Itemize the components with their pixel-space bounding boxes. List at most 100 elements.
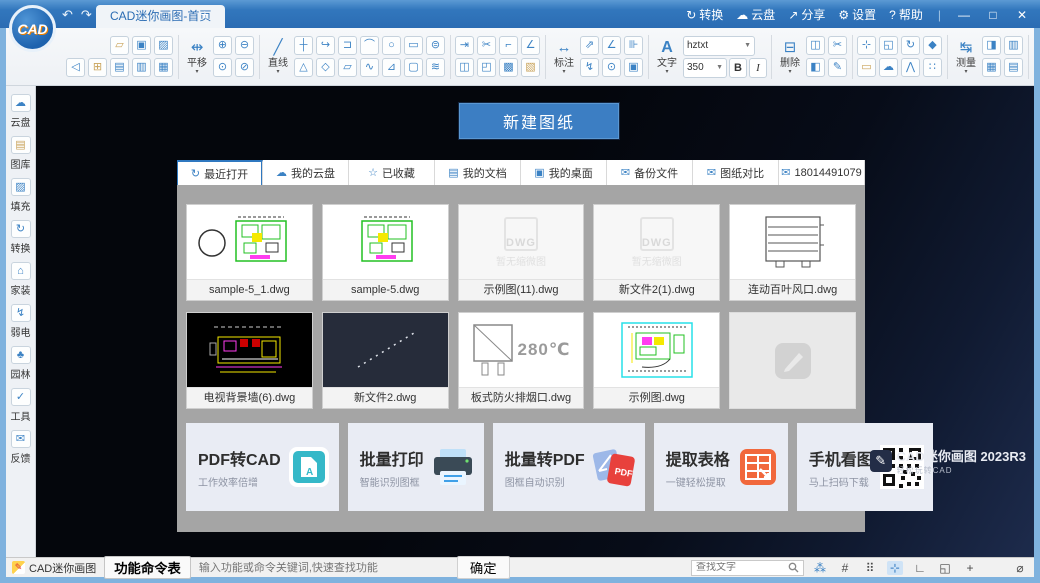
font-size-select[interactable]: 350 ▼	[683, 58, 727, 78]
file-card[interactable]: sample-5_1.dwg	[186, 204, 313, 301]
export-pdf-icon[interactable]: ▥	[132, 58, 151, 77]
line-tool[interactable]: ╱ 直线 ▾	[264, 38, 292, 75]
cut-icon[interactable]: ✂	[828, 36, 847, 55]
sidebar-item-tools[interactable]: ✓ 工具	[11, 388, 31, 423]
snap-mode-icon[interactable]: ⊹	[887, 561, 903, 575]
scale-icon[interactable]: ◱	[879, 36, 898, 55]
triangle-icon[interactable]: △	[294, 58, 313, 77]
leader-icon[interactable]: ↯	[580, 58, 599, 77]
chamfer-icon[interactable]: ⌐	[499, 36, 518, 55]
open-file-icon[interactable]: ▱	[110, 36, 129, 55]
export-image-icon[interactable]: ▦	[154, 58, 173, 77]
aligned-dim-icon[interactable]: ⇗	[580, 36, 599, 55]
format-brush-icon[interactable]: ✎	[828, 58, 847, 77]
back-to-model-icon[interactable]: ◁	[66, 58, 85, 77]
find-text-input[interactable]	[696, 562, 788, 573]
parallelogram-icon[interactable]: ▱	[338, 58, 357, 77]
feature-batch-print[interactable]: 批量打印 智能识别图框	[348, 423, 484, 511]
print-icon[interactable]: ▤	[110, 58, 129, 77]
export-excel-icon[interactable]: ▥	[1004, 36, 1023, 55]
sidebar-item-electrical[interactable]: ↯ 弱电	[11, 304, 31, 339]
dim-settings-icon[interactable]: ▣	[624, 58, 643, 77]
tab-my-desktop[interactable]: ▣我的桌面	[521, 160, 607, 185]
cloud-upload-icon[interactable]: ☁	[879, 58, 898, 77]
sidebar-item-landscape[interactable]: ♣ 园林	[11, 346, 31, 381]
bold-button[interactable]: B	[729, 58, 747, 78]
file-card[interactable]: DWG 暂无缩微图 新文件2(1).dwg	[593, 204, 720, 301]
feature-batch-to-pdf[interactable]: 批量转PDF 图框自动识别 PDF	[493, 423, 645, 511]
file-card[interactable]: 新文件2.dwg	[322, 312, 449, 409]
new-drawing-button[interactable]: 新建图纸	[458, 102, 620, 140]
grid-icon[interactable]: #	[837, 561, 853, 575]
forward-arrow-icon[interactable]: ↷	[81, 7, 92, 23]
region-icon[interactable]: ▧	[521, 58, 540, 77]
hatch-icon[interactable]: ▩	[499, 58, 518, 77]
settings-menu[interactable]: ⚙设置	[838, 6, 876, 23]
sidebar-item-hatch[interactable]: ▨ 填充	[11, 178, 31, 213]
polygon-icon[interactable]: ◇	[316, 58, 335, 77]
sidebar-item-home-design[interactable]: ⌂ 家装	[11, 262, 31, 297]
feature-extract-table[interactable]: 提取表格 一键轻松提取	[654, 423, 788, 511]
convert-menu[interactable]: ↻转换	[686, 6, 723, 23]
tab-backup-files[interactable]: ✉备份文件	[607, 160, 693, 185]
tab-account[interactable]: ✉18014491079	[779, 160, 865, 185]
move-icon[interactable]: ⊹	[857, 36, 876, 55]
extend-icon[interactable]: ⇥	[455, 36, 474, 55]
polyline-icon[interactable]: ↪	[316, 36, 335, 55]
file-card[interactable]: 示例图.dwg	[593, 312, 720, 409]
sidebar-item-feedback[interactable]: ✉ 反馈	[11, 430, 31, 465]
close-button[interactable]: ✕	[1014, 8, 1030, 22]
break-icon[interactable]: ◰	[477, 58, 496, 77]
tab-recent[interactable]: ↻最近打开	[177, 160, 263, 185]
table-tool-icon[interactable]: ▤	[1004, 58, 1023, 77]
sidebar-item-cloud[interactable]: ☁ 云盘	[11, 94, 31, 129]
area-measure-icon[interactable]: ◨	[982, 36, 1001, 55]
pan-tool[interactable]: ⇹ 平移 ▾	[183, 38, 211, 75]
maximize-button[interactable]: □	[985, 8, 1001, 22]
minimize-button[interactable]: —	[956, 8, 972, 22]
tab-my-cloud[interactable]: ☁我的云盘	[263, 160, 349, 185]
point-icon[interactable]: ┼	[294, 36, 313, 55]
insert-image-icon[interactable]: ▦	[982, 58, 1001, 77]
italic-button[interactable]: I	[749, 58, 767, 78]
file-card[interactable]: DWG 暂无缩微图 示例图(11).dwg	[458, 204, 585, 301]
revision-cloud-icon[interactable]: ≋	[426, 58, 445, 77]
trim-icon[interactable]: ✂	[477, 36, 496, 55]
command-search-input[interactable]	[199, 562, 449, 574]
edit-block-icon[interactable]: ▭	[857, 58, 876, 77]
share-menu[interactable]: ↗分享	[788, 6, 825, 23]
radius-dim-icon[interactable]: ⊙	[602, 58, 621, 77]
rectangle-icon[interactable]: ▭	[404, 36, 423, 55]
lineweight-toggle-icon[interactable]: ⌀	[1012, 561, 1028, 575]
array-icon[interactable]: ∷	[923, 58, 942, 77]
import-icon[interactable]: ⊞	[88, 58, 107, 77]
circle-icon[interactable]: ○	[382, 36, 401, 55]
linear-dim-icon[interactable]: ⊪	[624, 36, 643, 55]
layer-tool[interactable]: ≣ 图层 ▾	[1033, 38, 1034, 75]
cloud-menu[interactable]: ☁云盘	[736, 6, 775, 23]
crosshair-icon[interactable]: +	[962, 561, 978, 575]
copy-icon[interactable]: ◫	[806, 36, 825, 55]
command-list-button[interactable]: 功能命令表	[104, 556, 191, 579]
save-icon[interactable]: ▣	[132, 36, 151, 55]
zoom-extents-icon[interactable]: ⊘	[235, 58, 254, 77]
ok-button[interactable]: 确定	[457, 556, 510, 579]
zoom-out-icon[interactable]: ⊖	[235, 36, 254, 55]
block-icon[interactable]: ◆	[923, 36, 942, 55]
file-card[interactable]: 连动百叶风口.dwg	[729, 204, 856, 301]
delete-tool[interactable]: ⊟ 删除 ▾	[776, 38, 804, 75]
feature-pdf-to-cad[interactable]: PDF转CAD 工作效率倍增 A	[186, 423, 339, 511]
back-arrow-icon[interactable]: ↶	[62, 7, 73, 23]
new-tab-button[interactable]: +	[196, 6, 214, 24]
measure-tool[interactable]: ↹ 测量 ▾	[952, 38, 980, 75]
app-logo[interactable]: CAD	[9, 5, 56, 52]
help-menu[interactable]: ?帮助	[889, 6, 923, 23]
mirror-icon[interactable]: ⋀	[901, 58, 920, 77]
ortho-mode-icon[interactable]: ∟	[912, 561, 928, 575]
object-snap-icon[interactable]: ⁂	[812, 561, 828, 575]
spline-icon[interactable]: ∿	[360, 58, 379, 77]
dot-grid-icon[interactable]: ⠿	[862, 561, 878, 575]
offset-icon[interactable]: ◫	[455, 58, 474, 77]
double-line-icon[interactable]: ⊐	[338, 36, 357, 55]
save-as-icon[interactable]: ▨	[154, 36, 173, 55]
